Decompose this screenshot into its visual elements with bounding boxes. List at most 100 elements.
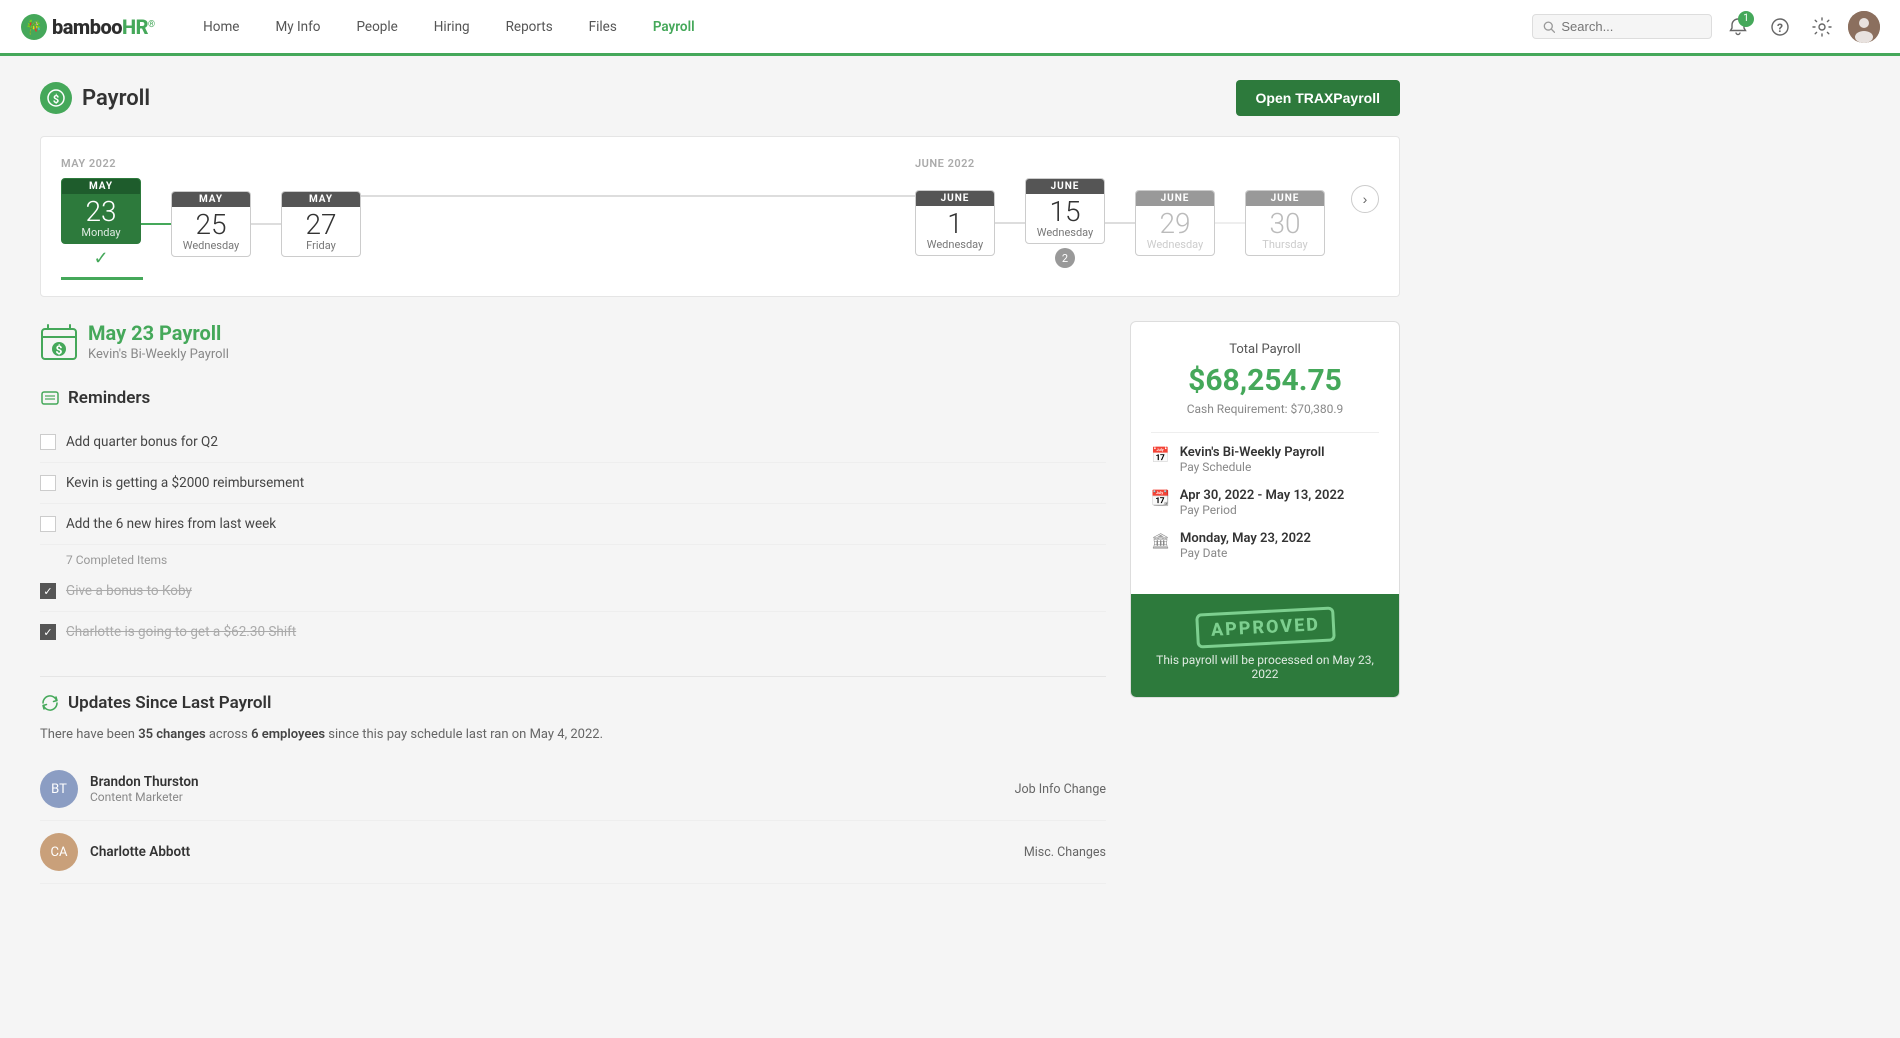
navbar: 🎋 bamboo HR ® Home My Info People Hiring… bbox=[0, 0, 1900, 56]
update-item-charlotte: CA Charlotte Abbott Misc. Changes bbox=[40, 821, 1106, 884]
nav-hiring[interactable]: Hiring bbox=[416, 0, 488, 56]
charlotte-change-type: Misc. Changes bbox=[1024, 845, 1106, 860]
nav-my-info[interactable]: My Info bbox=[257, 0, 338, 56]
cal-weekday: Thursday bbox=[1246, 238, 1324, 255]
charlotte-avatar: CA bbox=[40, 833, 78, 871]
svg-text:?: ? bbox=[1777, 21, 1783, 35]
calendar2-icon: 📆 bbox=[1151, 489, 1170, 507]
question-icon: ? bbox=[1770, 17, 1790, 37]
schedule-sub: Pay Schedule bbox=[1180, 460, 1325, 474]
gear-icon bbox=[1812, 17, 1832, 37]
date-label: Monday, May 23, 2022 bbox=[1180, 531, 1311, 546]
cal-card-may25: MAY 25 Wednesday bbox=[171, 191, 251, 257]
cal-day: 1 bbox=[916, 206, 994, 238]
completed-checkbox-1[interactable] bbox=[40, 583, 56, 599]
list-icon bbox=[40, 388, 60, 408]
card-divider bbox=[1151, 432, 1379, 433]
cal-weekday: Wednesday bbox=[1026, 226, 1104, 243]
content-area: $ May 23 Payroll Kevin's Bi-Weekly Payro… bbox=[40, 321, 1400, 884]
cal-day: 30 bbox=[1246, 206, 1324, 238]
payroll-card-footer: APPROVED This payroll will be processed … bbox=[1131, 594, 1399, 697]
reminders-header: Reminders bbox=[40, 388, 1106, 408]
connector bbox=[1105, 222, 1135, 224]
nav-payroll[interactable]: Payroll bbox=[635, 0, 713, 56]
svg-text:🎋: 🎋 bbox=[25, 19, 42, 36]
user-avatar[interactable] bbox=[1848, 11, 1880, 43]
reminder-checkbox-2[interactable] bbox=[40, 475, 56, 491]
completed-checkbox-2[interactable] bbox=[40, 624, 56, 640]
reminder-text-2: Kevin is getting a $2000 reimbursement bbox=[66, 475, 304, 491]
cal-card-june29: JUNE 29 Wednesday bbox=[1135, 190, 1215, 256]
reminder-item-3: Add the 6 new hires from last week bbox=[40, 504, 1106, 545]
payroll-card-body: Total Payroll $68,254.75 Cash Requiremen… bbox=[1131, 322, 1399, 594]
nav-reports[interactable]: Reports bbox=[488, 0, 571, 56]
open-trax-button[interactable]: Open TRAXPayroll bbox=[1236, 80, 1400, 116]
nav-files[interactable]: Files bbox=[571, 0, 635, 56]
reminder-text-3: Add the 6 new hires from last week bbox=[66, 516, 276, 532]
cal-month: MAY bbox=[172, 192, 250, 207]
divider bbox=[40, 676, 1106, 677]
svg-text:$: $ bbox=[53, 93, 59, 106]
timeline-next-button[interactable]: › bbox=[1351, 185, 1379, 213]
cal-card-may23: MAY 23 Monday bbox=[61, 178, 141, 244]
settings-button[interactable] bbox=[1806, 11, 1838, 43]
brandon-avatar: BT bbox=[40, 770, 78, 808]
reminder-checkbox-3[interactable] bbox=[40, 516, 56, 532]
reminder-checkbox-1[interactable] bbox=[40, 434, 56, 450]
svg-text:$: $ bbox=[56, 343, 63, 357]
search-input[interactable] bbox=[1561, 19, 1701, 34]
timeline-item-june30[interactable]: JUNE 30 Thursday bbox=[1245, 190, 1325, 256]
processed-text: This payroll will be processed on May 23… bbox=[1151, 653, 1379, 681]
reminders-section: Reminders Add quarter bonus for Q2 Kevin… bbox=[40, 388, 1106, 652]
completed-item-2: Charlotte is going to get a $62.30 Shift bbox=[40, 612, 1106, 652]
timeline-item-may23[interactable]: MAY 23 Monday ✓ bbox=[61, 178, 141, 269]
nav-people[interactable]: People bbox=[338, 0, 415, 56]
update-item-brandon: BT Brandon Thurston Content Marketer Job… bbox=[40, 758, 1106, 821]
pay-period-info: 📆 Apr 30, 2022 - May 13, 2022 Pay Period bbox=[1151, 488, 1379, 517]
approved-stamp: APPROVED bbox=[1195, 606, 1336, 648]
main-content: $ Payroll Open TRAXPayroll MAY 2022 MAY … bbox=[0, 56, 1440, 908]
connector bbox=[995, 222, 1025, 224]
refresh-icon bbox=[40, 693, 60, 713]
timeline-item-june29[interactable]: JUNE 29 Wednesday bbox=[1135, 190, 1215, 256]
nav-links: Home My Info People Hiring Reports Files… bbox=[185, 0, 1532, 53]
brandon-change-type: Job Info Change bbox=[1015, 782, 1106, 797]
connector bbox=[361, 195, 915, 197]
cal-month: MAY bbox=[62, 179, 140, 194]
items-badge: 2 bbox=[1055, 248, 1075, 268]
search-icon bbox=[1543, 20, 1555, 34]
completed-text-1: Give a bonus to Koby bbox=[66, 583, 192, 599]
completed-item-1: Give a bonus to Koby bbox=[40, 571, 1106, 612]
total-payroll-label: Total Payroll bbox=[1151, 342, 1379, 357]
total-payroll-amount: $68,254.75 bbox=[1151, 363, 1379, 398]
completed-text-2: Charlotte is going to get a $62.30 Shift bbox=[66, 624, 296, 640]
pay-schedule-info: 📅 Kevin's Bi-Weekly Payroll Pay Schedule bbox=[1151, 445, 1379, 474]
cal-month: JUNE bbox=[1136, 191, 1214, 206]
logo[interactable]: 🎋 bamboo HR ® bbox=[20, 13, 155, 41]
cal-month: JUNE bbox=[1246, 191, 1324, 206]
charlotte-name: Charlotte Abbott bbox=[90, 844, 190, 860]
june-group-label: JUNE 2022 bbox=[915, 157, 1325, 170]
brandon-name: Brandon Thurston bbox=[90, 774, 199, 790]
cal-day: 29 bbox=[1136, 206, 1214, 238]
may-group-label: MAY 2022 bbox=[61, 157, 361, 170]
schedule-label: Kevin's Bi-Weekly Payroll bbox=[1180, 445, 1325, 460]
timeline-item-june1[interactable]: JUNE 1 Wednesday bbox=[915, 190, 995, 256]
notification-badge: 1 bbox=[1738, 11, 1754, 27]
timeline-item-may25[interactable]: MAY 25 Wednesday bbox=[171, 191, 251, 257]
notifications-button[interactable]: 1 bbox=[1722, 11, 1754, 43]
updates-title: Updates Since Last Payroll bbox=[68, 693, 271, 713]
search-box[interactable] bbox=[1532, 14, 1712, 39]
cash-requirement: Cash Requirement: $70,380.9 bbox=[1151, 402, 1379, 416]
cal-card-june30: JUNE 30 Thursday bbox=[1245, 190, 1325, 256]
timeline-item-may27[interactable]: MAY 27 Friday bbox=[281, 191, 361, 257]
payroll-subtitle: Kevin's Bi-Weekly Payroll bbox=[88, 347, 229, 362]
bank-icon: 🏛 bbox=[1151, 532, 1170, 550]
pay-date-info: 🏛 Monday, May 23, 2022 Pay Date bbox=[1151, 531, 1379, 560]
nav-home[interactable]: Home bbox=[185, 0, 257, 56]
cal-day: 27 bbox=[282, 207, 360, 239]
reminder-item-2: Kevin is getting a $2000 reimbursement bbox=[40, 463, 1106, 504]
timeline-item-june15[interactable]: JUNE 15 Wednesday 2 bbox=[1025, 178, 1105, 268]
help-button[interactable]: ? bbox=[1764, 11, 1796, 43]
reminder-text-1: Add quarter bonus for Q2 bbox=[66, 434, 218, 450]
